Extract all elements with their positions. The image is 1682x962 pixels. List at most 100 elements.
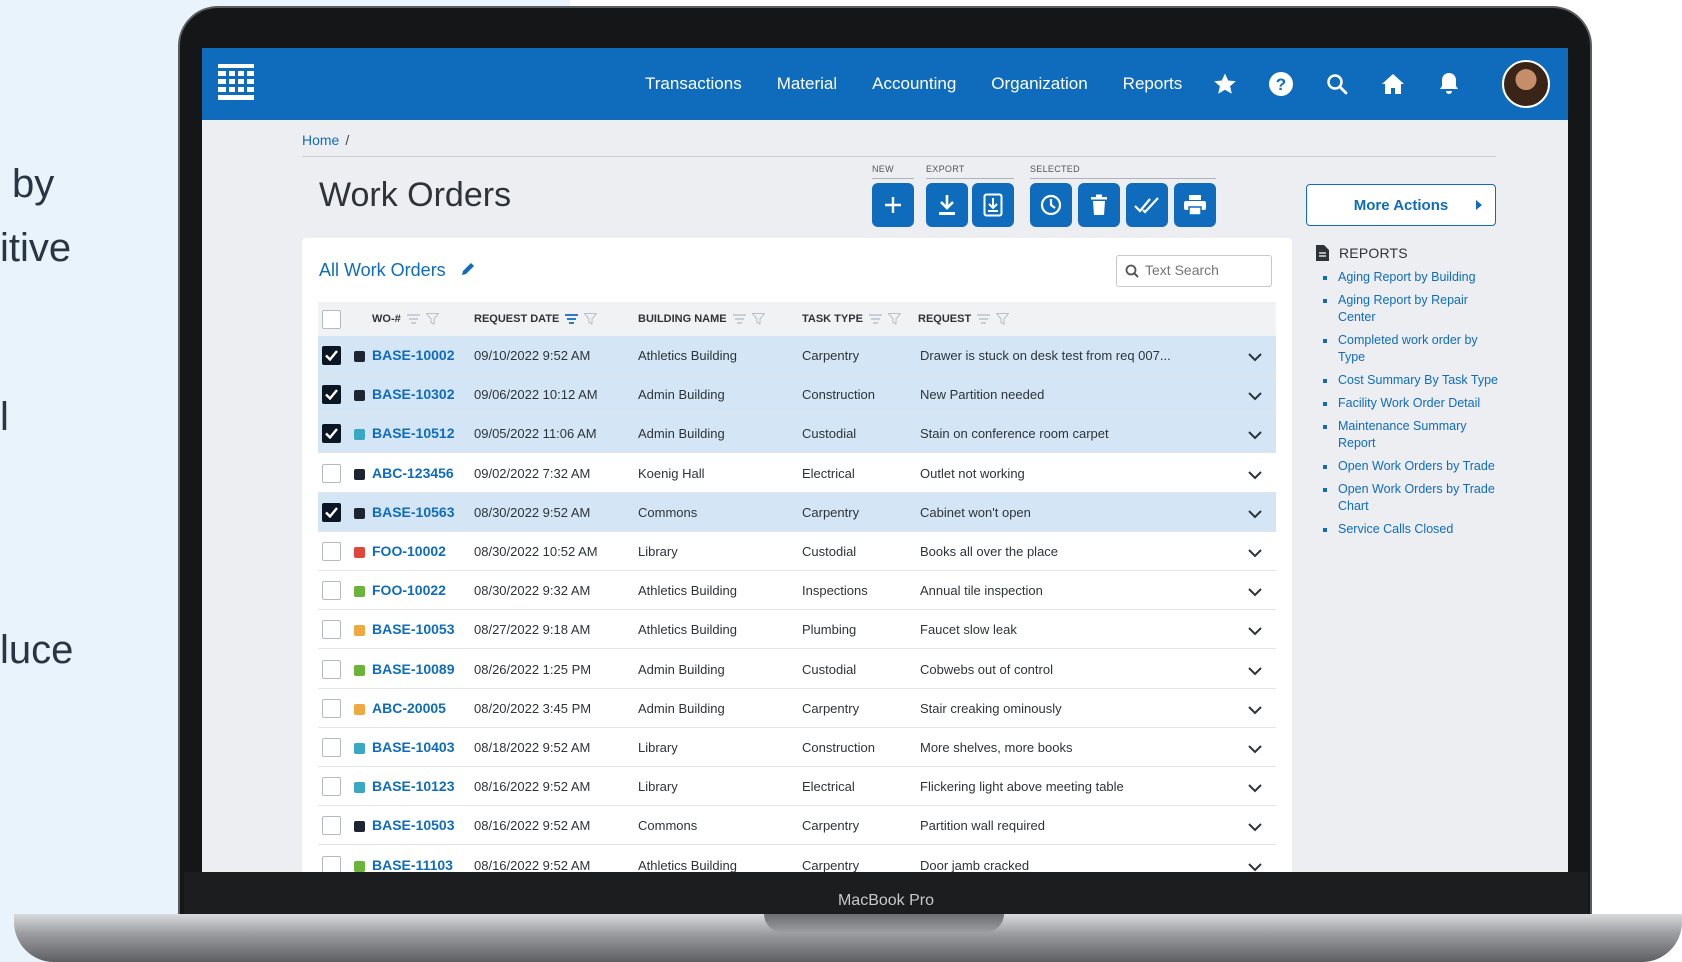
row-checkbox[interactable] bbox=[322, 620, 341, 640]
chevron-down-icon[interactable] bbox=[1248, 819, 1262, 837]
chevron-down-icon[interactable] bbox=[1248, 584, 1262, 602]
row-checkbox[interactable] bbox=[322, 542, 341, 561]
chevron-down-icon[interactable] bbox=[1248, 859, 1262, 872]
report-link[interactable]: Open Work Orders by Trade Chart bbox=[1316, 481, 1506, 515]
work-order-number[interactable]: BASE-10563 bbox=[372, 504, 455, 520]
table-row[interactable]: ABC-20005 08/20/2022 3:45 PM Admin Buildin… bbox=[318, 688, 1276, 728]
breadcrumb-home[interactable]: Home bbox=[302, 132, 339, 148]
report-link[interactable]: Aging Report by Building bbox=[1316, 269, 1506, 286]
edit-icon[interactable] bbox=[460, 261, 476, 277]
list-title[interactable]: All Work Orders bbox=[319, 260, 446, 281]
nav-accounting[interactable]: Accounting bbox=[872, 74, 956, 94]
work-order-number[interactable]: ABC-20005 bbox=[372, 700, 446, 716]
report-link[interactable]: Aging Report by Repair Center bbox=[1316, 292, 1506, 326]
chevron-down-icon[interactable] bbox=[1248, 388, 1262, 406]
row-checkbox[interactable] bbox=[322, 581, 341, 601]
report-link[interactable]: Facility Work Order Detail bbox=[1316, 395, 1506, 412]
row-checkbox[interactable] bbox=[322, 738, 341, 757]
row-checkbox[interactable] bbox=[322, 698, 341, 718]
column-task-type[interactable]: TASK TYPE bbox=[802, 313, 901, 325]
row-checkbox[interactable] bbox=[322, 777, 341, 797]
sort-icon[interactable] bbox=[868, 314, 882, 324]
delete-button[interactable] bbox=[1078, 183, 1120, 227]
search-icon[interactable] bbox=[1324, 71, 1350, 97]
report-link[interactable]: Open Work Orders by Trade bbox=[1316, 458, 1506, 475]
row-checkbox[interactable] bbox=[322, 502, 341, 522]
chevron-down-icon[interactable] bbox=[1248, 702, 1262, 720]
work-order-number[interactable]: BASE-10123 bbox=[372, 778, 455, 794]
work-order-number[interactable]: FOO-10022 bbox=[372, 582, 446, 598]
print-button[interactable] bbox=[1174, 183, 1216, 227]
work-order-number[interactable]: BASE-11103 bbox=[372, 857, 453, 872]
table-row[interactable]: FOO-10022 08/30/2022 9:32 AM Athletics Bui… bbox=[318, 571, 1276, 611]
row-checkbox[interactable] bbox=[322, 346, 341, 365]
work-order-number[interactable]: BASE-10002 bbox=[372, 347, 455, 363]
report-link[interactable]: Maintenance Summary Report bbox=[1316, 418, 1506, 452]
row-checkbox[interactable] bbox=[322, 855, 341, 872]
row-checkbox[interactable] bbox=[322, 463, 341, 483]
filter-icon[interactable] bbox=[425, 313, 439, 325]
more-actions-button[interactable]: More Actions bbox=[1306, 184, 1496, 226]
search-field[interactable] bbox=[1116, 255, 1272, 287]
work-order-number[interactable]: BASE-10403 bbox=[372, 739, 455, 755]
schedule-button[interactable] bbox=[1030, 183, 1072, 227]
work-order-number[interactable]: BASE-10302 bbox=[372, 386, 455, 402]
bell-icon[interactable] bbox=[1436, 71, 1462, 97]
filter-icon[interactable] bbox=[887, 313, 901, 325]
search-input[interactable] bbox=[1145, 262, 1265, 278]
row-checkbox[interactable] bbox=[322, 424, 341, 444]
nav-reports[interactable]: Reports bbox=[1123, 74, 1183, 94]
app-logo-icon[interactable] bbox=[218, 64, 254, 102]
new-work-order-button[interactable] bbox=[872, 183, 914, 227]
nav-transactions[interactable]: Transactions bbox=[645, 74, 742, 94]
work-order-number[interactable]: BASE-10053 bbox=[372, 621, 455, 637]
table-row[interactable]: BASE-11103 08/16/2022 9:52 AM Athletics Bu… bbox=[318, 845, 1276, 872]
filter-icon[interactable] bbox=[996, 313, 1010, 325]
chevron-down-icon[interactable] bbox=[1248, 780, 1262, 798]
home-icon[interactable] bbox=[1380, 71, 1406, 97]
select-all-checkbox[interactable] bbox=[322, 310, 341, 329]
work-order-number[interactable]: BASE-10503 bbox=[372, 817, 455, 833]
table-row[interactable]: BASE-10563 08/30/2022 9:52 AM Commons Carpe… bbox=[318, 492, 1276, 532]
nav-organization[interactable]: Organization bbox=[991, 74, 1087, 94]
work-order-number[interactable]: FOO-10002 bbox=[372, 543, 446, 559]
complete-button[interactable] bbox=[1126, 183, 1168, 227]
chevron-down-icon[interactable] bbox=[1248, 741, 1262, 759]
table-row[interactable]: BASE-10512 09/05/2022 11:06 AM Admin Build… bbox=[318, 414, 1276, 454]
work-order-number[interactable]: ABC-123456 bbox=[372, 465, 454, 481]
chevron-down-icon[interactable] bbox=[1248, 545, 1262, 563]
sort-icon[interactable] bbox=[406, 314, 420, 324]
chevron-down-icon[interactable] bbox=[1248, 467, 1262, 485]
export-file-button[interactable] bbox=[972, 183, 1014, 227]
filter-icon[interactable] bbox=[751, 313, 765, 325]
report-link[interactable]: Service Calls Closed bbox=[1316, 521, 1506, 538]
chevron-down-icon[interactable] bbox=[1248, 623, 1262, 641]
sort-icon[interactable] bbox=[732, 314, 746, 324]
column-wo[interactable]: WO-# bbox=[372, 313, 439, 325]
user-avatar[interactable] bbox=[1502, 60, 1550, 108]
report-link[interactable]: Cost Summary By Task Type bbox=[1316, 372, 1506, 389]
filter-icon[interactable] bbox=[584, 313, 598, 325]
table-row[interactable]: BASE-10403 08/18/2022 9:52 AM Library Const… bbox=[318, 728, 1276, 767]
chevron-down-icon[interactable] bbox=[1248, 349, 1262, 367]
nav-material[interactable]: Material bbox=[777, 74, 837, 94]
table-row[interactable]: BASE-10089 08/26/2022 1:25 PM Admin Buildi… bbox=[318, 649, 1276, 689]
help-icon[interactable]: ? bbox=[1268, 71, 1294, 97]
table-row[interactable]: BASE-10503 08/16/2022 9:52 AM Commons Carpe… bbox=[318, 806, 1276, 846]
export-download-button[interactable] bbox=[926, 183, 968, 227]
chevron-down-icon[interactable] bbox=[1248, 663, 1262, 681]
table-row[interactable]: BASE-10053 08/27/2022 9:18 AM Athletics Bu… bbox=[318, 610, 1276, 650]
row-checkbox[interactable] bbox=[322, 659, 341, 679]
chevron-down-icon[interactable] bbox=[1248, 427, 1262, 445]
table-row[interactable]: BASE-10302 09/06/2022 10:12 AM Admin Build… bbox=[318, 375, 1276, 415]
work-order-number[interactable]: BASE-10089 bbox=[372, 661, 455, 677]
table-row[interactable]: BASE-10002 09/10/2022 9:52 AM Athletics Bu… bbox=[318, 336, 1276, 375]
star-icon[interactable] bbox=[1212, 71, 1238, 97]
column-request[interactable]: REQUEST bbox=[918, 313, 1010, 325]
chevron-down-icon[interactable] bbox=[1248, 506, 1262, 524]
table-row[interactable]: ABC-123456 09/02/2022 7:32 AM Koenig Hall E… bbox=[318, 453, 1276, 493]
table-row[interactable]: FOO-10002 08/30/2022 10:52 AM Library Custo… bbox=[318, 532, 1276, 571]
row-checkbox[interactable] bbox=[322, 385, 341, 405]
row-checkbox[interactable] bbox=[322, 816, 341, 836]
table-row[interactable]: BASE-10123 08/16/2022 9:52 AM Library Elect… bbox=[318, 767, 1276, 807]
